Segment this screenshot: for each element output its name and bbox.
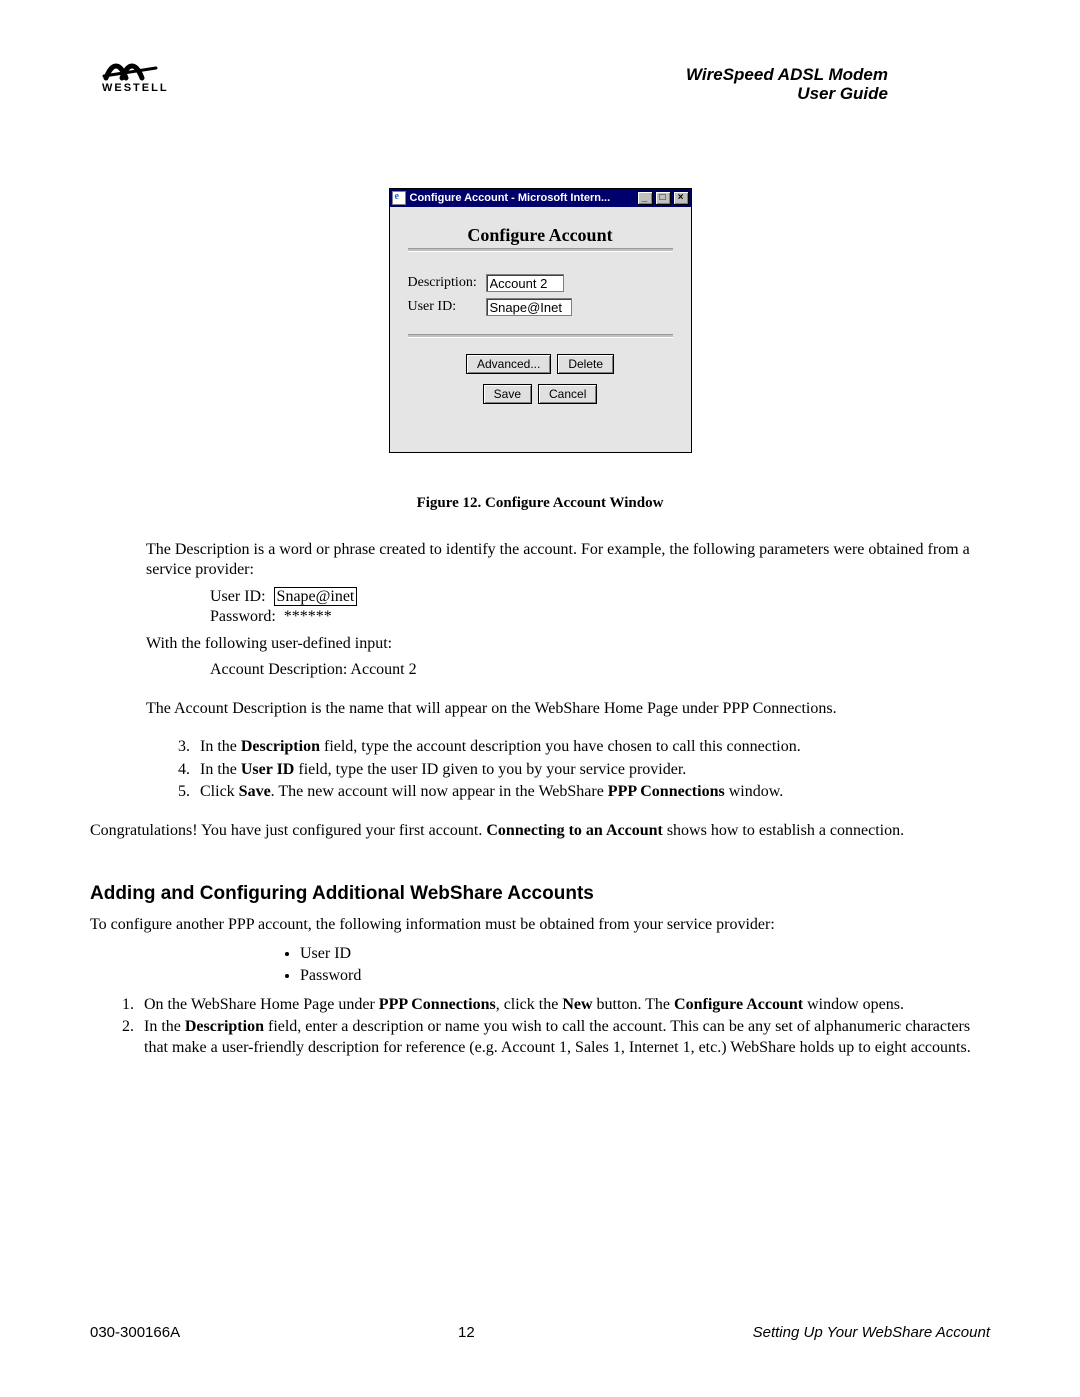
list-item: In the Description field, enter a descri… xyxy=(138,1017,990,1058)
cancel-button[interactable]: Cancel xyxy=(538,384,597,404)
example-password-label: Password: xyxy=(210,608,276,625)
brand-name: WESTELL xyxy=(102,82,169,94)
list-item: In the Description field, type the accou… xyxy=(194,737,990,757)
example-user-id: User ID: Snape@inet xyxy=(210,587,990,607)
example-user-id-label: User ID: xyxy=(210,588,266,605)
divider xyxy=(408,334,673,338)
page-footer: 030-300166A 12 Setting Up Your WebShare … xyxy=(90,1324,990,1341)
list-item: User ID xyxy=(300,944,990,964)
save-button[interactable]: Save xyxy=(483,384,532,404)
minimize-button[interactable]: _ xyxy=(637,191,653,205)
window-titlebar: Configure Account - Microsoft Intern... … xyxy=(390,189,691,207)
ie-icon xyxy=(392,191,406,205)
advanced-button[interactable]: Advanced... xyxy=(466,354,551,374)
body-paragraph: Account Description: Account 2 xyxy=(210,660,990,680)
westell-logo-icon xyxy=(102,56,158,84)
example-password-value: ****** xyxy=(284,608,332,625)
configure-account-window: Configure Account - Microsoft Intern... … xyxy=(389,188,692,453)
description-input[interactable] xyxy=(486,274,564,292)
user-id-label: User ID: xyxy=(408,299,486,315)
page-number: 12 xyxy=(458,1324,475,1341)
list-item: Click Save. The new account will now app… xyxy=(194,782,990,802)
body-paragraph: With the following user-defined input: xyxy=(146,634,990,654)
body-paragraph: The Description is a word or phrase crea… xyxy=(146,540,990,581)
westell-logo: WESTELL xyxy=(102,56,169,94)
doc-title-line1: WireSpeed ADSL Modem xyxy=(686,66,888,85)
page-header: WESTELL WireSpeed ADSL Modem User Guide xyxy=(90,56,990,116)
description-label: Description: xyxy=(408,275,486,291)
example-user-id-value: Snape@inet xyxy=(274,587,358,606)
section-heading: Adding and Configuring Additional WebSha… xyxy=(90,883,990,905)
close-button[interactable]: × xyxy=(673,191,689,205)
example-password: Password: ****** xyxy=(210,607,990,627)
body-paragraph: Congratulations! You have just configure… xyxy=(90,821,990,841)
maximize-button[interactable]: □ xyxy=(655,191,671,205)
doc-title-line2: User Guide xyxy=(686,85,888,104)
list-item: On the WebShare Home Page under PPP Conn… xyxy=(138,995,990,1015)
doc-title: WireSpeed ADSL Modem User Guide xyxy=(686,66,888,103)
footer-right: Setting Up Your WebShare Account xyxy=(753,1324,990,1341)
window-heading: Configure Account xyxy=(408,225,673,246)
list-item: Password xyxy=(300,966,990,986)
footer-left: 030-300166A xyxy=(90,1324,180,1341)
delete-button[interactable]: Delete xyxy=(557,354,614,374)
figure-caption: Figure 12. Configure Account Window xyxy=(90,495,990,512)
divider xyxy=(408,248,673,252)
user-id-input[interactable] xyxy=(486,298,572,316)
body-paragraph: To configure another PPP account, the fo… xyxy=(90,915,990,935)
body-paragraph: The Account Description is the name that… xyxy=(146,699,990,719)
window-title: Configure Account - Microsoft Intern... xyxy=(410,192,611,204)
list-item: In the User ID field, type the user ID g… xyxy=(194,760,990,780)
